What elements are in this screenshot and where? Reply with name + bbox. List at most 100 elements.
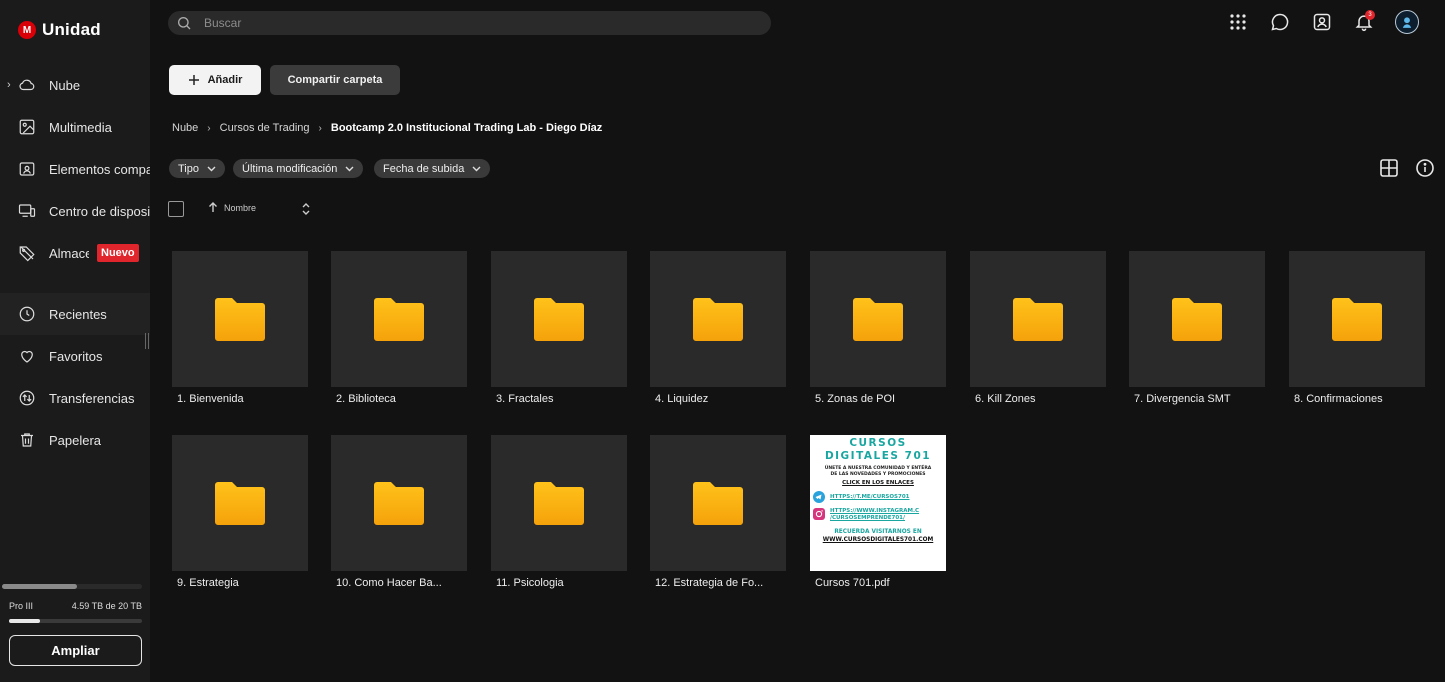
notifications-button[interactable]: 3 bbox=[1353, 10, 1375, 33]
chevron-down-icon bbox=[345, 166, 354, 171]
sidebar-item-label: Centro de dispositivos bbox=[49, 203, 150, 219]
folder-item[interactable]: 2. Biblioteca bbox=[331, 251, 467, 405]
folder-item[interactable]: 10. Como Hacer Ba... bbox=[331, 435, 467, 589]
sort-by-name[interactable]: Nombre bbox=[208, 202, 256, 213]
filter-upload-date[interactable]: Fecha de subida bbox=[374, 159, 491, 178]
filter-label: Tipo bbox=[178, 162, 199, 175]
contacts-icon[interactable] bbox=[1311, 11, 1333, 33]
filter-type[interactable]: Tipo bbox=[169, 159, 225, 178]
pdf-text: RECUERDA VISITARNOS EN bbox=[834, 529, 922, 535]
folder-item[interactable]: 4. Liquidez bbox=[650, 251, 786, 405]
folder-item[interactable]: 9. Estrategia bbox=[172, 435, 308, 589]
breadcrumb: Nube › Cursos de Trading › Bootcamp 2.0 … bbox=[172, 122, 602, 134]
search-input[interactable] bbox=[204, 16, 744, 30]
chevron-right-icon: › bbox=[318, 122, 322, 134]
folder-item[interactable]: 8. Confirmaciones bbox=[1289, 251, 1425, 405]
sidebar-item-label: Transferencias bbox=[49, 390, 135, 406]
sort-toggle-icon[interactable] bbox=[300, 202, 312, 216]
folder-icon bbox=[693, 482, 743, 525]
apps-grid-icon[interactable] bbox=[1227, 11, 1249, 33]
filter-last-modified[interactable]: Última modificación bbox=[233, 159, 364, 178]
avatar[interactable] bbox=[1395, 10, 1419, 34]
folder-name: 3. Fractales bbox=[496, 393, 554, 405]
folder-thumbnail bbox=[810, 251, 946, 387]
pdf-text: CLICK EN LOS ENLACES bbox=[842, 480, 914, 486]
sidebar-item-label: Papelera bbox=[49, 432, 102, 448]
sidebar-item-label: Elementos compartidos bbox=[49, 161, 150, 177]
grid-view-icon[interactable] bbox=[1379, 158, 1399, 178]
add-button[interactable]: Añadir bbox=[169, 65, 261, 95]
folder-thumbnail bbox=[491, 435, 627, 571]
instagram-icon bbox=[813, 508, 825, 520]
cloud-icon bbox=[19, 79, 35, 91]
folder-name: 8. Confirmaciones bbox=[1294, 393, 1383, 405]
sidebar-item-favorites[interactable]: Favoritos bbox=[0, 335, 150, 377]
tag-icon bbox=[19, 246, 35, 262]
sidebar-item-transfers[interactable]: Transferencias bbox=[0, 377, 150, 419]
folder-name: 12. Estrategia de Fo... bbox=[655, 577, 764, 589]
mega-logo-icon: M bbox=[18, 21, 36, 39]
folder-icon bbox=[1013, 298, 1063, 341]
folder-item[interactable]: 11. Psicologia bbox=[491, 435, 627, 589]
scrollbar-thumb[interactable] bbox=[2, 584, 77, 589]
search-icon bbox=[178, 17, 191, 30]
select-all-checkbox[interactable] bbox=[168, 201, 184, 217]
pdf-text: DE LAS NOVEDADES Y PROMOCIONES bbox=[830, 472, 926, 477]
storage-fill bbox=[9, 619, 40, 623]
upgrade-button[interactable]: Ampliar bbox=[9, 635, 142, 666]
breadcrumb-item[interactable]: Nube bbox=[172, 122, 198, 134]
image-icon bbox=[19, 119, 35, 135]
sidebar-item-shared[interactable]: Elementos compartidos bbox=[0, 148, 150, 190]
sidebar-item-label: Recientes bbox=[49, 306, 107, 322]
folder-item[interactable]: 3. Fractales bbox=[491, 251, 627, 405]
chevron-down-icon bbox=[207, 166, 216, 171]
sidebar-item-recent[interactable]: Recientes bbox=[0, 293, 150, 335]
filter-label: Fecha de subida bbox=[383, 162, 465, 175]
heart-icon bbox=[21, 350, 33, 363]
folder-name: 11. Psicologia bbox=[496, 577, 564, 589]
pdf-link: HTTPS://WWW.INSTAGRAM.C/CURSOSEMPRENDE70… bbox=[813, 508, 943, 522]
notification-count-badge: 3 bbox=[1365, 10, 1375, 20]
new-badge: Nuevo bbox=[97, 244, 139, 262]
chevron-right-icon[interactable]: › bbox=[7, 79, 11, 91]
file-item-pdf[interactable]: CURSOS DIGITALES 701 ÚNETE A NUESTRA COM… bbox=[810, 435, 946, 589]
app-logo[interactable]: M Unidad bbox=[18, 20, 101, 40]
breadcrumb-item[interactable]: Cursos de Trading bbox=[220, 122, 310, 134]
sidebar-item-label: Multimedia bbox=[49, 119, 112, 135]
folder-name: 4. Liquidez bbox=[655, 393, 709, 405]
folder-item[interactable]: 1. Bienvenida bbox=[172, 251, 308, 405]
folder-name: 5. Zonas de POI bbox=[815, 393, 896, 405]
avatar-icon bbox=[1402, 17, 1412, 28]
sidebar-item-multimedia[interactable]: Multimedia bbox=[0, 106, 150, 148]
sidebar-item-nube[interactable]: › Nube bbox=[0, 64, 150, 106]
trash-icon bbox=[21, 433, 33, 447]
transfer-icon bbox=[19, 390, 35, 406]
folder-thumbnail bbox=[650, 435, 786, 571]
folder-thumbnail bbox=[650, 251, 786, 387]
sidebar-item-devices[interactable]: Centro de dispositivos bbox=[0, 190, 150, 232]
chevron-down-icon bbox=[472, 166, 481, 171]
folder-item[interactable]: 7. Divergencia SMT bbox=[1129, 251, 1265, 405]
folder-thumbnail bbox=[970, 251, 1106, 387]
folder-thumbnail bbox=[1129, 251, 1265, 387]
chevron-right-icon: › bbox=[207, 122, 211, 134]
file-name: Cursos 701.pdf bbox=[815, 577, 890, 589]
share-folder-button[interactable]: Compartir carpeta bbox=[270, 65, 400, 95]
folder-name: 9. Estrategia bbox=[177, 577, 239, 589]
folder-thumbnail bbox=[1289, 251, 1425, 387]
chat-icon[interactable] bbox=[1269, 11, 1291, 33]
folder-item[interactable]: 6. Kill Zones bbox=[970, 251, 1106, 405]
sidebar-scrollbar[interactable] bbox=[2, 584, 142, 589]
devices-icon bbox=[18, 204, 36, 217]
pdf-link: HTTPS://T.ME/CURSOS701 bbox=[813, 491, 943, 503]
folder-item[interactable]: 12. Estrategia de Fo... bbox=[650, 435, 786, 589]
folder-item[interactable]: 5. Zonas de POI bbox=[810, 251, 946, 405]
sidebar-item-trash[interactable]: Papelera bbox=[0, 419, 150, 461]
folder-icon bbox=[1332, 298, 1382, 341]
folder-thumbnail bbox=[172, 435, 308, 571]
folder-name: 10. Como Hacer Ba... bbox=[336, 577, 442, 589]
search-bar[interactable] bbox=[168, 11, 771, 35]
sidebar-resize-handle[interactable] bbox=[145, 333, 149, 349]
sidebar-item-storage[interactable]: Almacenamiento Nuevo bbox=[0, 232, 150, 274]
info-icon[interactable] bbox=[1415, 158, 1435, 178]
